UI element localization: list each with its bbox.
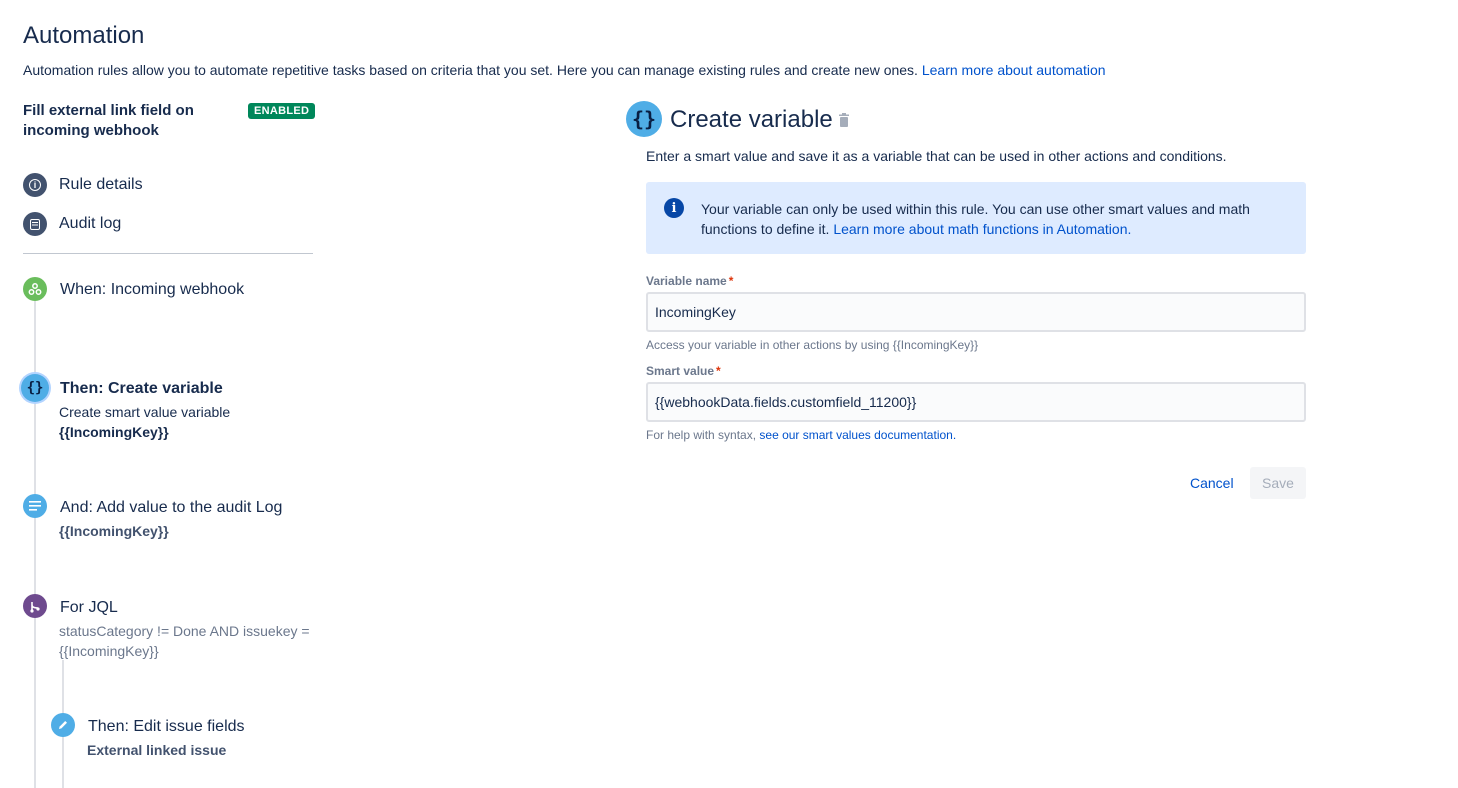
pencil-icon[interactable] <box>51 713 75 737</box>
braces-icon[interactable]: {} <box>21 374 49 402</box>
variable-name-label-text: Variable name <box>646 274 727 288</box>
page-description-text: Automation rules allow you to automate r… <box>23 62 918 78</box>
math-functions-link[interactable]: Learn more about math functions in Autom… <box>833 221 1131 237</box>
smart-values-docs-link[interactable]: see our smart values documentation. <box>759 428 956 442</box>
jql-query-cont: {{IncomingKey}} <box>59 643 159 659</box>
smart-value-help-text: For help with syntax, <box>646 428 757 442</box>
step-title[interactable]: When: Incoming webhook <box>60 281 244 299</box>
smart-value-help: For help with syntax, see our smart valu… <box>646 428 956 442</box>
step-title[interactable]: Then: Edit issue fields <box>88 718 245 736</box>
page-description: Automation rules allow you to automate r… <box>23 62 1106 78</box>
save-button[interactable]: Save <box>1250 467 1306 499</box>
webhook-icon[interactable] <box>23 277 47 301</box>
learn-more-automation-link[interactable]: Learn more about automation <box>922 62 1106 78</box>
variable-name-label: Variable name * <box>646 274 733 288</box>
step-title[interactable]: Then: Create variable <box>60 380 223 398</box>
smart-value-input[interactable] <box>646 382 1306 422</box>
divider <box>23 253 313 254</box>
log-icon[interactable] <box>23 494 47 518</box>
rule-name: Fill external link field on incoming web… <box>23 102 194 139</box>
panel-description: Enter a smart value and save it as a var… <box>646 148 1227 164</box>
step-subtitle: Create smart value variable <box>59 404 231 420</box>
branch-icon[interactable] <box>23 594 47 618</box>
jql-query: statusCategory != Done AND issuekey = <box>59 623 310 639</box>
nav-item-label: Rule details <box>59 176 143 193</box>
step-title[interactable]: And: Add value to the audit Log <box>60 499 282 517</box>
smart-value-label-text: Smart value <box>646 364 715 378</box>
panel-title: Create variable <box>670 106 833 133</box>
braces-icon: {} <box>626 101 662 137</box>
variable-name-input[interactable] <box>646 292 1306 332</box>
info-icon: i <box>664 198 684 218</box>
info-text: Your variable can only be used within th… <box>701 199 1281 239</box>
step-value: {{IncomingKey}} <box>59 523 169 539</box>
nav-item-audit-log[interactable]: Audit log <box>23 212 121 236</box>
page-title: Automation <box>23 22 145 49</box>
cancel-button[interactable]: Cancel <box>1180 467 1244 499</box>
step-title[interactable]: For JQL <box>60 599 118 617</box>
nav-item-label: Audit log <box>59 215 122 232</box>
required-indicator: * <box>716 364 721 378</box>
required-indicator: * <box>728 274 734 288</box>
list-icon <box>23 212 47 236</box>
status-badge[interactable]: ENABLED <box>248 103 316 119</box>
smart-value-label: Smart value * <box>646 364 721 378</box>
trash-icon[interactable] <box>838 113 850 127</box>
info-icon: i <box>23 173 47 197</box>
variable-name-help: Access your variable in other actions by… <box>646 338 979 352</box>
step-value: {{IncomingKey}} <box>59 424 169 440</box>
step-value: External linked issue <box>87 742 227 758</box>
nav-item-rule-details[interactable]: i Rule details <box>23 173 143 197</box>
